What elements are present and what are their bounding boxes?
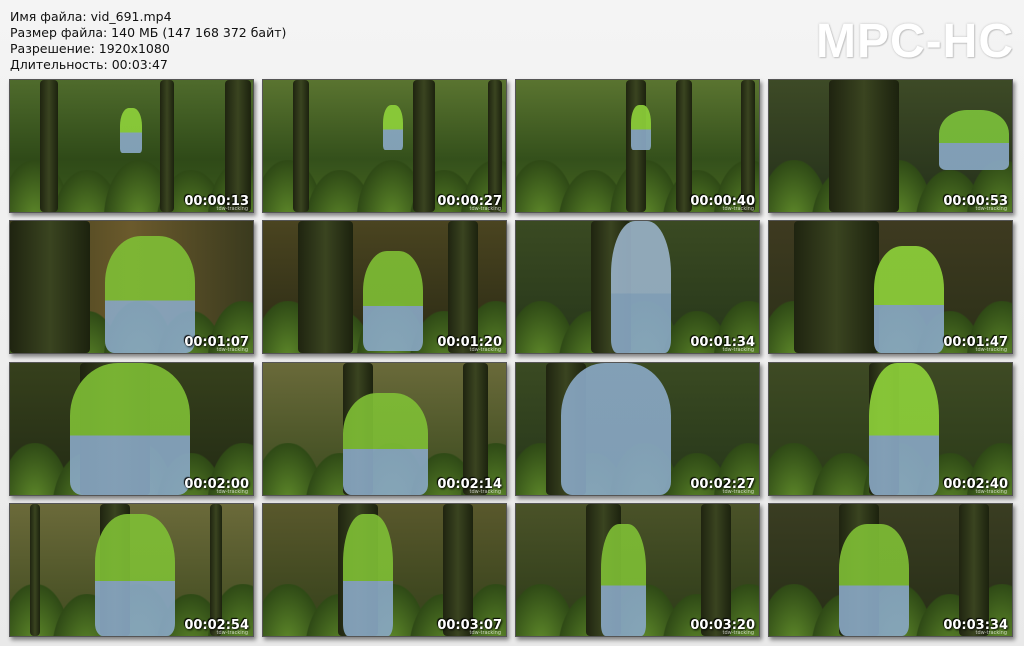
video-thumbnail: 00:00:27 tdw-tracking	[262, 79, 507, 213]
person-figure	[70, 363, 190, 495]
thumbnail-watermark: tdw-tracking	[469, 630, 501, 636]
person-figure	[95, 514, 175, 636]
video-thumbnail: 00:02:00 tdw-tracking	[9, 362, 254, 496]
tree-trunk	[30, 504, 40, 636]
tree-trunk	[463, 363, 488, 495]
tree-trunk	[488, 80, 502, 212]
thumbnail-watermark: tdw-tracking	[469, 489, 501, 495]
person-figure	[343, 393, 428, 495]
video-thumbnail: 00:03:34 tdw-tracking	[768, 503, 1013, 637]
tree-trunk	[413, 80, 435, 212]
tree-trunk	[701, 504, 731, 636]
tree-trunk	[210, 504, 222, 636]
tree-trunk	[448, 221, 478, 353]
file-name-line: Имя файла: vid_691.mp4	[10, 9, 172, 24]
thumbnail-watermark: tdw-tracking	[216, 347, 248, 353]
person-figure	[383, 105, 403, 150]
person-figure	[874, 246, 944, 353]
tree-trunk	[10, 221, 90, 353]
tree-trunk	[293, 80, 309, 212]
thumbnail-watermark: tdw-tracking	[216, 206, 248, 212]
tree-trunk	[225, 80, 251, 212]
person-figure	[363, 251, 423, 351]
tree-trunk	[40, 80, 58, 212]
person-figure	[601, 524, 646, 636]
thumbnail-watermark: tdw-tracking	[975, 630, 1007, 636]
video-thumbnail: 00:02:54 tdw-tracking	[9, 503, 254, 637]
person-figure	[105, 236, 195, 353]
tree-trunk	[959, 504, 989, 636]
file-size-line: Размер файла: 140 МБ (147 168 372 байт)	[10, 25, 287, 40]
thumbnail-watermark: tdw-tracking	[722, 347, 754, 353]
video-thumbnail: 00:01:07 tdw-tracking	[9, 220, 254, 354]
person-figure	[631, 105, 651, 150]
tree-trunk	[443, 504, 473, 636]
person-figure	[343, 514, 393, 636]
video-thumbnail: 00:00:13 tdw-tracking	[9, 79, 254, 213]
tree-trunk	[829, 80, 899, 212]
resolution-line: Разрешение: 1920x1080	[10, 41, 170, 56]
tree-trunk	[741, 80, 755, 212]
person-figure	[939, 110, 1009, 170]
video-thumbnail: 00:01:34 tdw-tracking	[515, 220, 760, 354]
video-thumbnail: 00:01:47 tdw-tracking	[768, 220, 1013, 354]
thumbnail-watermark: tdw-tracking	[975, 489, 1007, 495]
tree-trunk	[794, 221, 879, 353]
thumbnail-watermark: tdw-tracking	[469, 347, 501, 353]
tree-trunk	[160, 80, 174, 212]
thumbnail-watermark: tdw-tracking	[975, 347, 1007, 353]
video-thumbnail: 00:02:14 tdw-tracking	[262, 362, 507, 496]
thumbnail-watermark: tdw-tracking	[216, 489, 248, 495]
video-thumbnail: 00:00:53 tdw-tracking	[768, 79, 1013, 213]
video-thumbnail: 00:00:40 tdw-tracking	[515, 79, 760, 213]
thumbnail-watermark: tdw-tracking	[975, 206, 1007, 212]
file-info-block: Имя файла: vid_691.mp4 Размер файла: 140…	[10, 9, 286, 73]
thumbnail-watermark: tdw-tracking	[722, 206, 754, 212]
person-figure	[120, 108, 142, 153]
tree-trunk	[298, 221, 353, 353]
duration-line: Длительность: 00:03:47	[10, 57, 168, 72]
thumbnail-watermark: tdw-tracking	[722, 489, 754, 495]
thumbnail-watermark: tdw-tracking	[469, 206, 501, 212]
thumbnail-watermark: tdw-tracking	[722, 630, 754, 636]
video-thumbnail: 00:01:20 tdw-tracking	[262, 220, 507, 354]
video-thumbnail: 00:02:40 tdw-tracking	[768, 362, 1013, 496]
mpc-hc-logo: MPC-HC	[816, 15, 1014, 68]
tree-trunk	[676, 80, 692, 212]
person-figure	[839, 524, 909, 636]
person-figure	[869, 363, 939, 495]
person-figure	[611, 221, 671, 353]
video-thumbnail: 00:02:27 tdw-tracking	[515, 362, 760, 496]
thumbnail-watermark: tdw-tracking	[216, 630, 248, 636]
person-figure	[561, 363, 671, 495]
video-thumbnail: 00:03:20 tdw-tracking	[515, 503, 760, 637]
video-thumbnail: 00:03:07 tdw-tracking	[262, 503, 507, 637]
